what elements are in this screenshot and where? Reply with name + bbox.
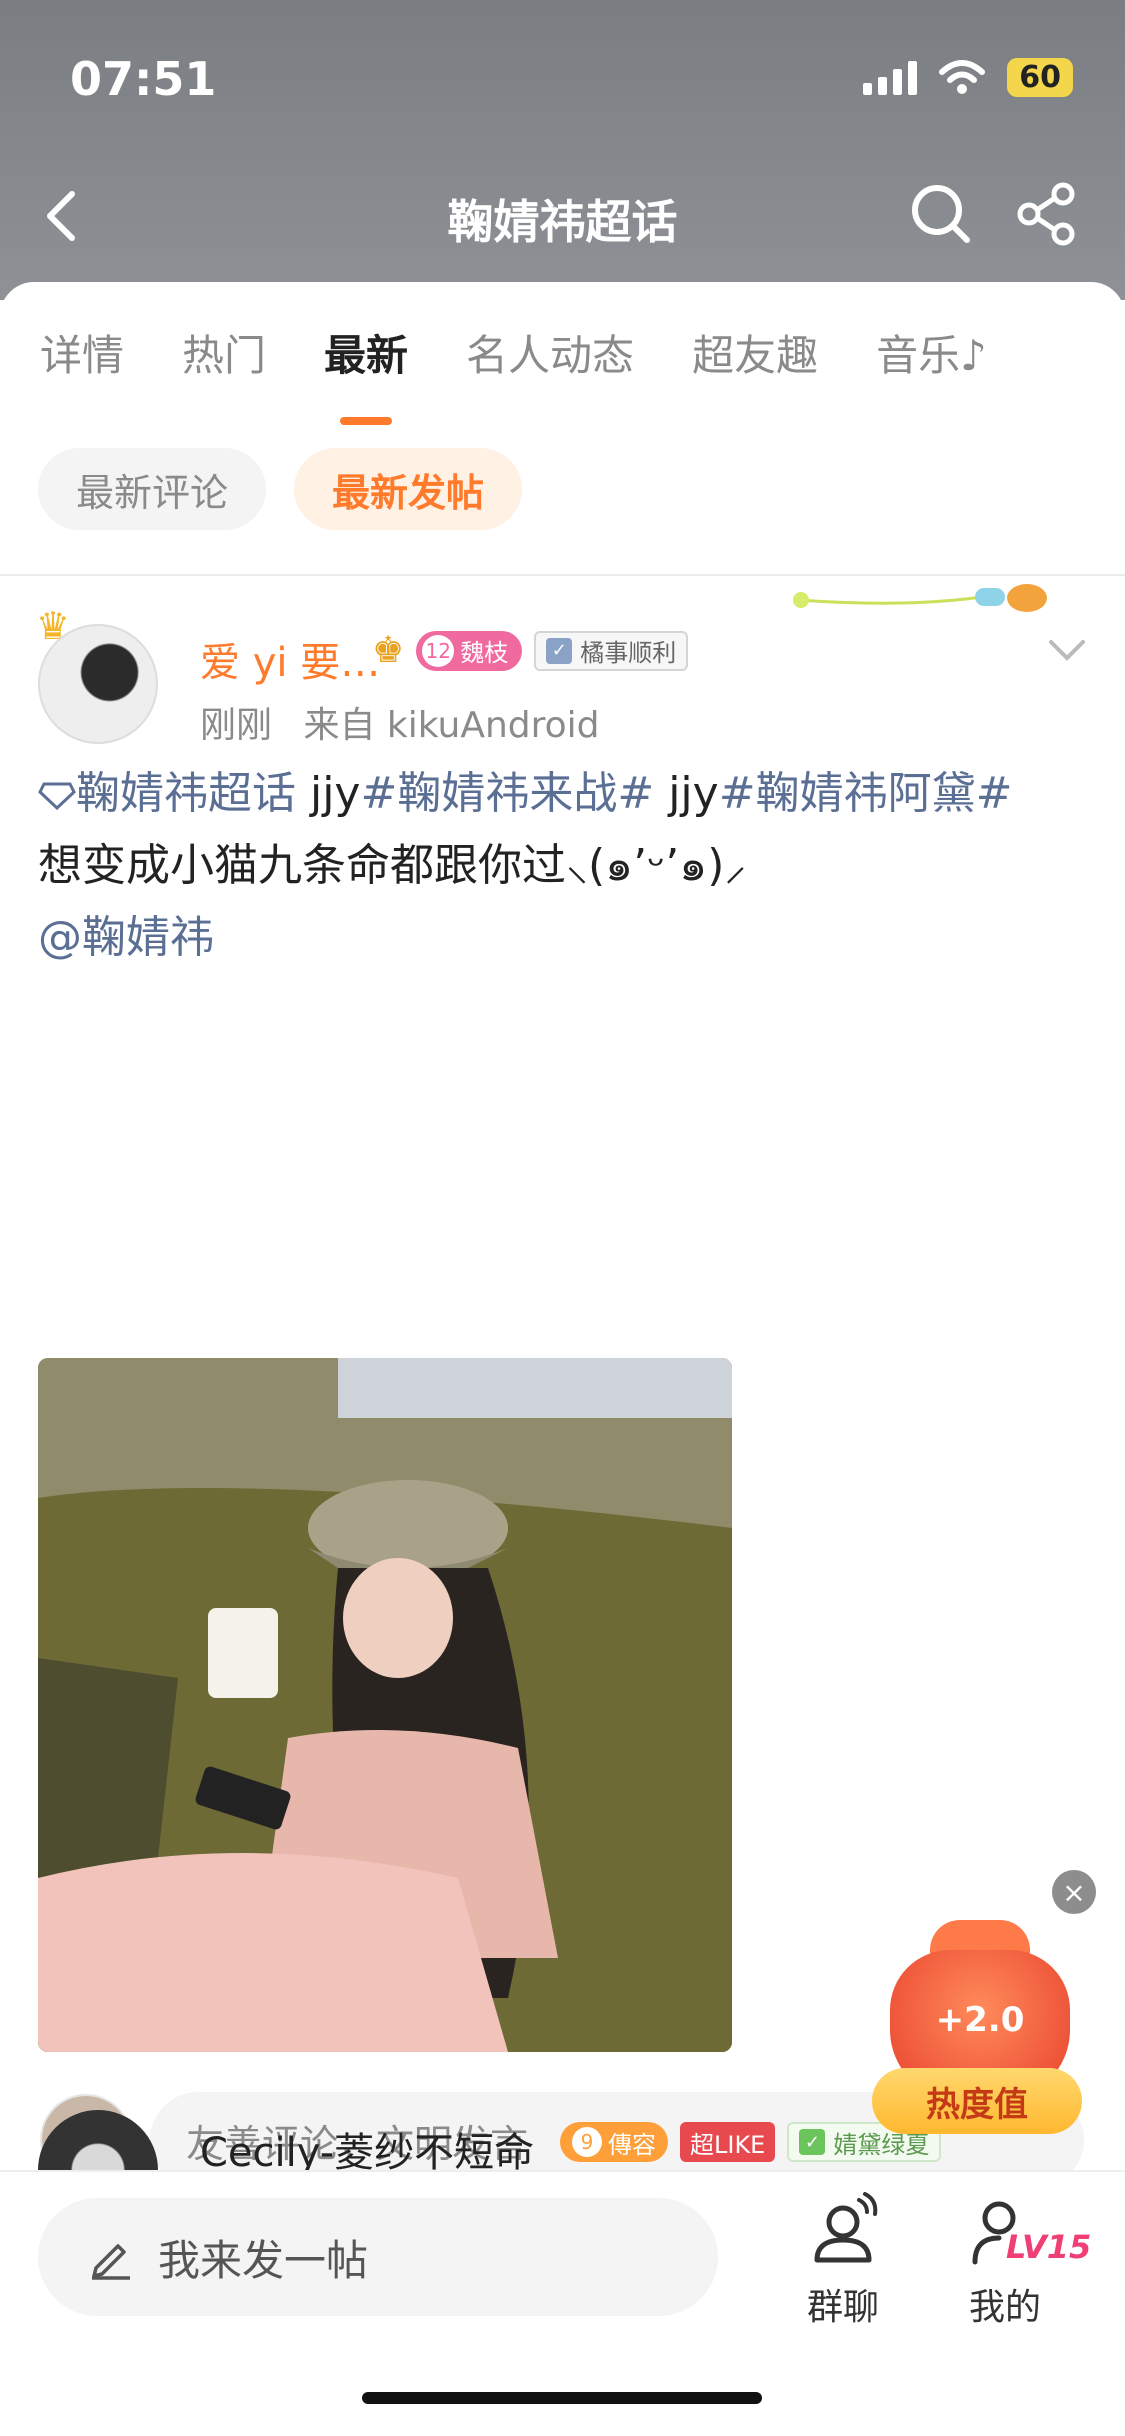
tag-badge-label: 橘事顺利 — [580, 639, 677, 667]
nav-bar: 鞠婧祎超话 — [0, 180, 1125, 250]
share-icon[interactable] — [1013, 180, 1081, 248]
post-time: 刚刚 — [200, 705, 273, 746]
post-text-plain: jjy — [654, 768, 719, 819]
status-time: 07:51 — [70, 52, 217, 106]
tab-hot[interactable]: 热门 — [182, 322, 266, 383]
mine-label: 我的 — [968, 2287, 1041, 2328]
chevron-down-icon[interactable] — [1045, 628, 1089, 672]
check-icon: ✓ — [799, 2129, 826, 2155]
home-indicator — [362, 2392, 762, 2404]
battery-indicator: 60 — [1007, 58, 1073, 97]
fan-badge-label: 魏枝 — [460, 639, 509, 667]
topic-link-superchat[interactable]: 鞠婧祎超话 — [38, 768, 296, 819]
group-chat-label: 群聊 — [806, 2287, 879, 2328]
divider — [0, 574, 1125, 576]
fan-level-badge: 12 魏枝 — [416, 630, 523, 671]
bottom-bar: 我来发一帖 群聊 LV15 我的 — [0, 2170, 1125, 2436]
filter-chips: 最新评论 最新发帖 — [38, 448, 523, 530]
filter-latest-comments[interactable]: 最新评论 — [38, 448, 267, 530]
post-text-plain: jjy — [296, 768, 361, 819]
super-like-badge: 超LIKE — [680, 2122, 776, 2162]
post-text-line: 想变成小猫九条命都跟你过⸜(๑’ᵕ’๑)⸝ — [38, 840, 747, 891]
level-badge: LV15 — [1006, 2228, 1092, 2266]
mine-button[interactable]: LV15 我的 — [940, 2192, 1091, 2330]
user-badges: ♚ 12 魏枝 ✓ 橘事顺利 — [372, 630, 689, 671]
tab-celebrity-updates[interactable]: 名人动态 — [466, 322, 634, 383]
tab-bar: 详情 热门 最新 名人动态 超友趣 音乐♪ — [40, 322, 1105, 425]
tab-details[interactable]: 详情 — [40, 322, 124, 383]
tab-music[interactable]: 音乐♪ — [876, 322, 987, 383]
filter-latest-posts[interactable]: 最新发帖 — [294, 448, 523, 530]
status-indicators: 60 — [863, 58, 1073, 97]
post-body: 鞠婧祎超话 jjy#鞠婧祎来战# jjy#鞠婧祎阿黛# 想变成小猫九条命都跟你过… — [38, 758, 1078, 974]
tab-super-fun[interactable]: 超友趣 — [692, 322, 818, 383]
fan-level-badge: 9 傳容 — [560, 2122, 668, 2162]
avatar[interactable] — [38, 624, 158, 744]
top-header: 07:51 60 鞠婧祎超话 — [0, 0, 1125, 300]
tab-latest[interactable]: 最新 — [324, 322, 408, 425]
mention-link[interactable]: @鞠婧祎 — [38, 912, 214, 963]
post-meta: 刚刚 来自 kikuAndroid — [200, 696, 600, 748]
post2-badges: 9 傳容 超LIKE ✓ 婧黛绿夏 — [560, 2122, 942, 2162]
royal-badge-icon: ♚ — [372, 630, 405, 671]
heat-value: +2.0 — [935, 2000, 1025, 2040]
diamond-icon — [38, 782, 76, 810]
topic-link-adai[interactable]: #鞠婧祎阿黛# — [719, 768, 1013, 819]
fan-level-number: 9 — [572, 2127, 602, 2157]
cat-decoration-icon — [793, 584, 1047, 612]
fan-level-number: 12 — [422, 634, 455, 667]
compose-label: 我来发一帖 — [158, 2235, 369, 2285]
compose-post-button[interactable]: 我来发一帖 — [38, 2198, 718, 2316]
close-icon[interactable]: × — [1052, 1870, 1096, 1914]
post-source: 来自 kikuAndroid — [303, 705, 600, 746]
group-chat-button[interactable]: 群聊 — [778, 2192, 908, 2330]
fan-badge-label: 傳容 — [608, 2130, 656, 2159]
tag-badge: ✓ 橘事顺利 — [534, 630, 689, 671]
cellular-signal-icon — [863, 60, 918, 95]
heat-label-button[interactable]: 热度值 — [872, 2068, 1082, 2134]
photo-illustration — [38, 1358, 732, 2052]
group-chat-icon — [814, 2192, 878, 2263]
search-icon[interactable] — [907, 180, 975, 248]
post-username[interactable]: 爱 yi 要… — [200, 630, 380, 688]
post-photo[interactable] — [38, 1358, 732, 2052]
wifi-icon — [939, 59, 986, 94]
pencil-icon — [92, 2244, 130, 2280]
check-icon: ✓ — [546, 637, 573, 664]
topic-link-fight[interactable]: #鞠婧祎来战# — [360, 768, 654, 819]
